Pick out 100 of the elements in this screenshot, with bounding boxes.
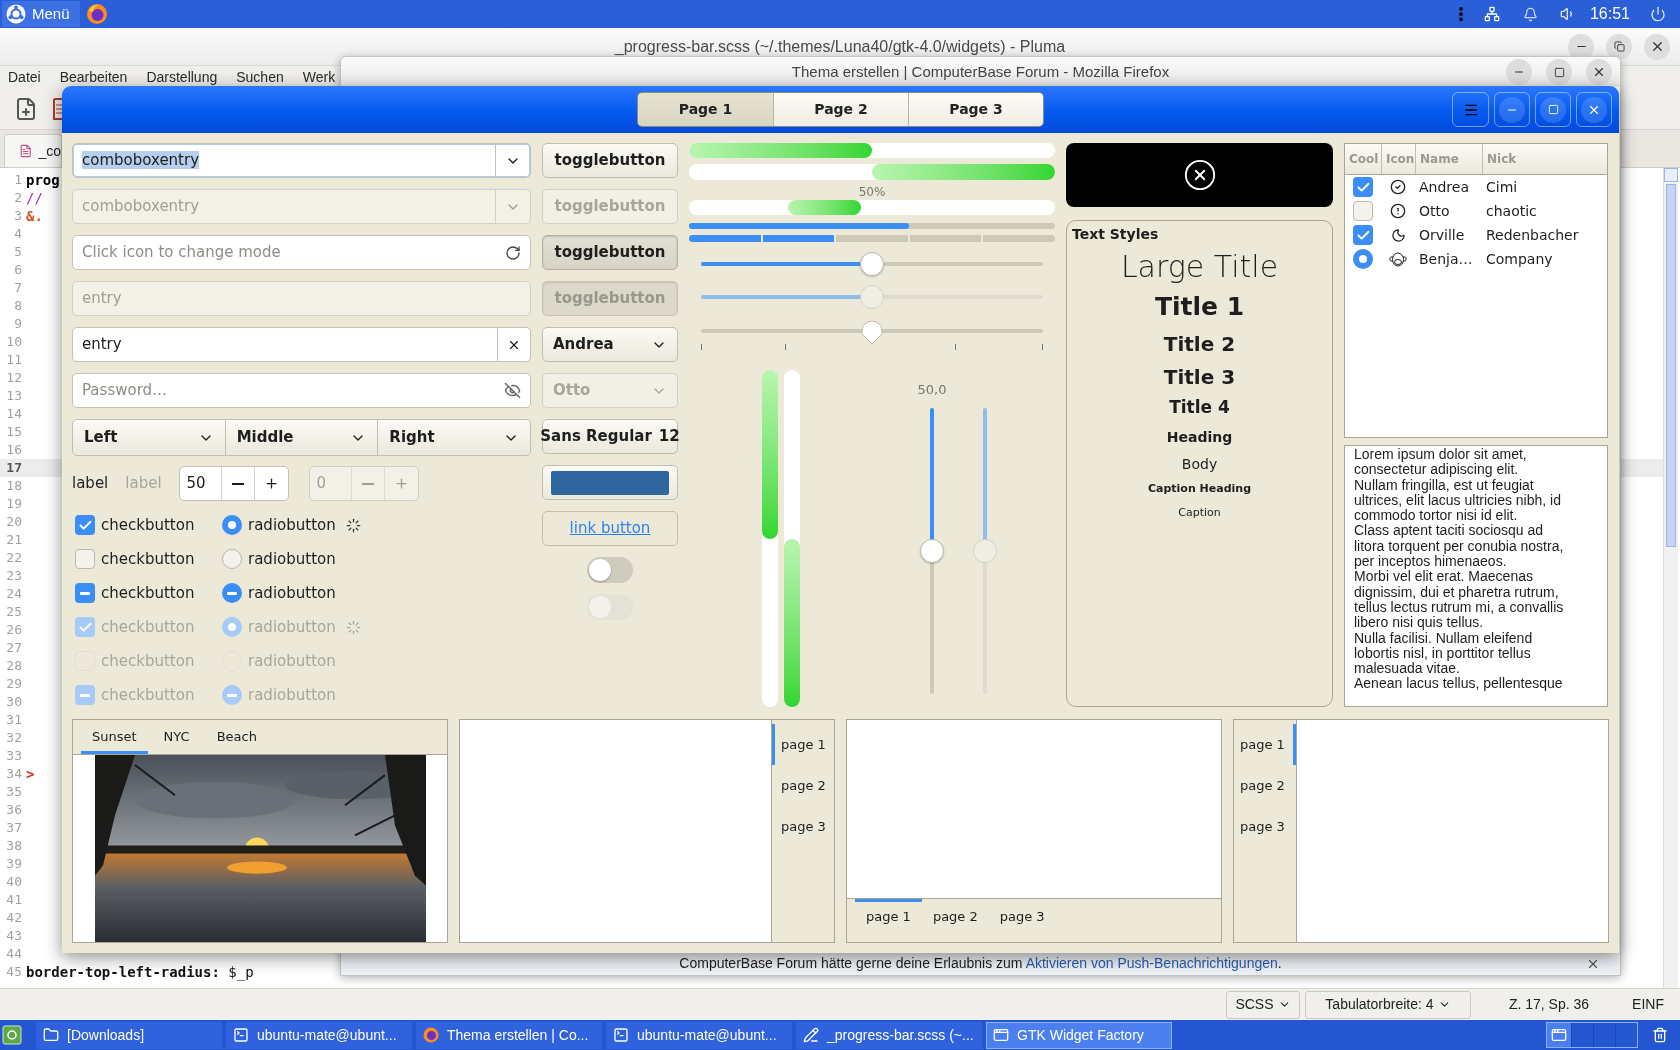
radio-button[interactable] xyxy=(222,583,242,603)
slider[interactable] xyxy=(973,408,997,694)
tab[interactable]: page 2 xyxy=(772,765,834,806)
file-icon[interactable] xyxy=(52,96,62,121)
checkbox[interactable] xyxy=(75,583,95,603)
maximize-button[interactable] xyxy=(1546,59,1572,85)
slider[interactable] xyxy=(701,318,1043,351)
bell-icon[interactable] xyxy=(1522,6,1538,22)
tab[interactable]: page 2 xyxy=(921,899,989,931)
tab[interactable]: page 1 xyxy=(855,899,922,931)
checkbox[interactable] xyxy=(75,549,95,569)
tab[interactable]: NYC xyxy=(152,722,201,754)
dropdown-button[interactable]: Left xyxy=(72,419,226,456)
browser-launcher-icon[interactable] xyxy=(85,3,108,25)
line-number: 4 xyxy=(13,225,22,244)
tab[interactable]: page 3 xyxy=(988,899,1056,931)
checkbox[interactable] xyxy=(1353,225,1373,245)
maximize-button[interactable] xyxy=(1535,92,1571,127)
checkbox-label[interactable]: checkbutton xyxy=(101,581,195,605)
checkbox-label[interactable]: checkbutton xyxy=(101,513,195,537)
terminal-icon xyxy=(613,1027,629,1043)
table-cell-text: Benja… xyxy=(1418,249,1474,269)
sample-text: Caption Heading xyxy=(1147,480,1252,497)
workspace-switcher[interactable] xyxy=(1546,1022,1638,1048)
menu-item[interactable]: Datei xyxy=(8,66,41,88)
tab[interactable]: Page 1 xyxy=(638,93,773,126)
close-circle-icon[interactable] xyxy=(1182,158,1217,192)
checkbox[interactable] xyxy=(1353,177,1373,197)
slider[interactable] xyxy=(701,251,1043,275)
refresh-icon[interactable] xyxy=(505,244,521,261)
tab[interactable]: Beach xyxy=(205,722,268,754)
line-number: 16 xyxy=(5,441,22,460)
sample-text: Large Title xyxy=(1120,247,1279,286)
dropdown-button[interactable]: Middle xyxy=(225,419,379,456)
color-button[interactable] xyxy=(542,465,678,500)
line-number: 29 xyxy=(5,675,22,694)
minimize-button[interactable] xyxy=(1506,59,1532,85)
menu-item[interactable]: Darstellung xyxy=(146,66,218,88)
slider[interactable] xyxy=(701,284,1043,308)
network-icon[interactable] xyxy=(1483,6,1500,22)
close-button[interactable] xyxy=(1586,59,1612,85)
checkbox-label[interactable]: checkbutton xyxy=(101,547,195,571)
font-button[interactable]: Sans Regular 12 xyxy=(542,419,678,454)
menu-button[interactable]: Menü xyxy=(2,1,80,27)
show-desktop-icon[interactable] xyxy=(2,1024,22,1046)
table-cell-text: Orville xyxy=(1418,225,1466,245)
maximize-icon xyxy=(1553,66,1565,78)
checkbox[interactable] xyxy=(75,515,95,535)
checkbox[interactable] xyxy=(1353,201,1373,221)
tab-width-dropdown[interactable]: Tabulatorbreite: 4 xyxy=(1304,990,1471,1019)
radio-button[interactable] xyxy=(1353,249,1373,269)
pencil-icon xyxy=(803,1027,819,1043)
text-line: lobortis nisl, in porttitor tellus xyxy=(1354,645,1532,662)
minimize-button[interactable] xyxy=(1494,92,1530,127)
spin-button[interactable]: 50 xyxy=(178,466,289,501)
slider[interactable] xyxy=(920,408,944,694)
syntax-dropdown[interactable]: SCSS xyxy=(1225,990,1300,1019)
radio-button[interactable] xyxy=(222,515,242,535)
taskbar-item[interactable]: _progress-bar.scss (~... xyxy=(796,1021,982,1049)
tab[interactable]: page 3 xyxy=(1234,806,1296,847)
line-number: 8 xyxy=(13,297,22,316)
radio-label[interactable]: radiobutton xyxy=(248,581,336,605)
menu-item[interactable]: Bearbeiten xyxy=(59,66,128,88)
line-number: 33 xyxy=(5,747,22,766)
alert-icon xyxy=(1390,203,1406,219)
text-field[interactable]: entry xyxy=(72,327,531,362)
file-tab[interactable]: _co xyxy=(4,134,62,167)
taskbar-item[interactable]: [Downloads] xyxy=(36,1021,222,1049)
tab[interactable]: page 3 xyxy=(772,806,834,847)
tab[interactable]: page 1 xyxy=(772,724,834,765)
taskbar-item[interactable]: ubuntu-mate@ubunt... xyxy=(226,1021,412,1049)
trash-icon[interactable] xyxy=(1652,1027,1668,1043)
radio-label[interactable]: radiobutton xyxy=(248,513,336,537)
link[interactable]: Aktivieren von Push-Benachrichtigungen xyxy=(1025,955,1278,971)
tab[interactable]: page 2 xyxy=(1234,765,1296,806)
menu-button[interactable] xyxy=(1452,92,1489,127)
dropdown-button[interactable]: Andrea xyxy=(542,327,678,362)
tab[interactable]: Page 2 xyxy=(773,93,908,126)
toggle-button[interactable]: togglebutton xyxy=(542,235,678,270)
toggle-button[interactable]: togglebutton xyxy=(542,143,678,178)
slider-thumb[interactable] xyxy=(860,318,884,347)
dropdown-button[interactable]: Right xyxy=(378,419,531,456)
new-file-icon[interactable] xyxy=(14,96,38,121)
taskbar-item[interactable]: Thema erstellen | Co... xyxy=(416,1021,602,1049)
restore-button[interactable] xyxy=(1606,33,1632,60)
line-number: 44 xyxy=(5,945,22,964)
taskbar-item[interactable]: ubuntu-mate@ubunt... xyxy=(606,1021,792,1049)
taskbar-item[interactable]: GTK Widget Factory xyxy=(986,1021,1172,1049)
radio-button[interactable] xyxy=(222,549,242,569)
tab[interactable]: Page 3 xyxy=(908,93,1043,126)
text-line: Aenean lacus tellus, pellentesque xyxy=(1354,676,1564,692)
combo-box[interactable]: comboboxentry xyxy=(72,143,531,178)
eye-off-icon[interactable] xyxy=(504,382,521,399)
radio-label[interactable]: radiobutton xyxy=(248,547,336,571)
switch[interactable] xyxy=(587,557,633,583)
menu-item[interactable]: Suchen xyxy=(236,66,284,88)
power-icon[interactable] xyxy=(1650,6,1666,22)
line-number: 27 xyxy=(5,639,22,658)
close-button[interactable] xyxy=(1644,33,1670,60)
menu-item[interactable]: Werk xyxy=(302,66,336,88)
